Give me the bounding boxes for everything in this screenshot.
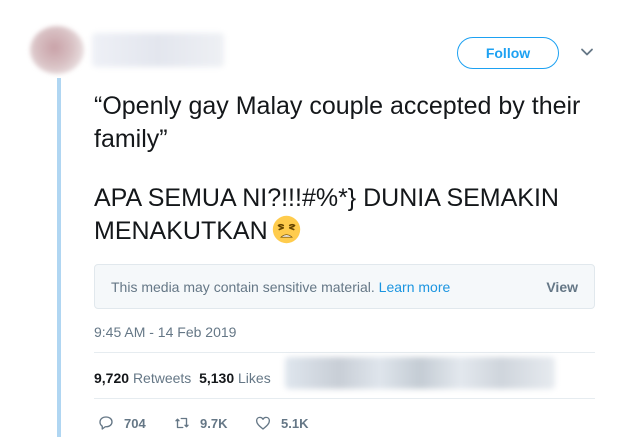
like-action[interactable]: 5.1K bbox=[254, 414, 308, 432]
reply-icon bbox=[99, 416, 113, 430]
likes-count: 5,130 bbox=[199, 370, 235, 386]
divider bbox=[94, 398, 595, 399]
media-warning-text: This media may contain sensitive materia… bbox=[111, 279, 375, 295]
sensitive-media-warning: This media may contain sensitive materia… bbox=[94, 264, 595, 309]
retweets-count: 9,720 bbox=[94, 370, 130, 386]
tweet-quote: “Openly gay Malay couple accepted by the… bbox=[94, 92, 581, 153]
weary-face-icon bbox=[272, 215, 300, 244]
liker-avatars-redacted[interactable] bbox=[285, 357, 555, 389]
chevron-down-icon[interactable] bbox=[580, 45, 594, 59]
likes-stat[interactable]: 5,130 Likes bbox=[199, 370, 271, 386]
retweets-label: Retweets bbox=[132, 370, 192, 386]
follow-button-label: Follow bbox=[485, 45, 531, 61]
divider bbox=[94, 352, 595, 353]
engagement-stats: 9,720 Retweets 5,130 Likes bbox=[94, 370, 271, 386]
reply-action[interactable]: 704 bbox=[97, 414, 146, 432]
retweet-icon bbox=[175, 417, 189, 429]
view-media-button[interactable]: View bbox=[546, 279, 578, 295]
likes-label: Likes bbox=[238, 370, 271, 386]
tweet-timestamp[interactable]: 9:45 AM - 14 Feb 2019 bbox=[94, 324, 236, 340]
tweet-text: “Openly gay Malay couple accepted by the… bbox=[94, 90, 614, 248]
tweet-comment: APA SEMUA NI?!!!#%*} DUNIA SEMAKIN MENAK… bbox=[94, 182, 614, 248]
tweet-comment-text: APA SEMUA NI?!!!#%*} DUNIA SEMAKIN MENAK… bbox=[94, 184, 559, 245]
learn-more-link[interactable]: Learn more bbox=[379, 279, 451, 295]
follow-button[interactable]: Follow bbox=[457, 37, 559, 69]
retweet-action[interactable]: 9.7K bbox=[173, 414, 227, 432]
retweets-stat[interactable]: 9,720 Retweets bbox=[94, 370, 191, 386]
thread-line bbox=[57, 78, 61, 437]
avatar[interactable] bbox=[30, 26, 84, 74]
reply-count: 704 bbox=[124, 415, 146, 431]
heart-icon bbox=[255, 416, 271, 430]
like-count: 5.1K bbox=[281, 415, 309, 431]
retweet-count: 9.7K bbox=[200, 415, 228, 431]
author-name-redacted[interactable] bbox=[92, 33, 224, 67]
